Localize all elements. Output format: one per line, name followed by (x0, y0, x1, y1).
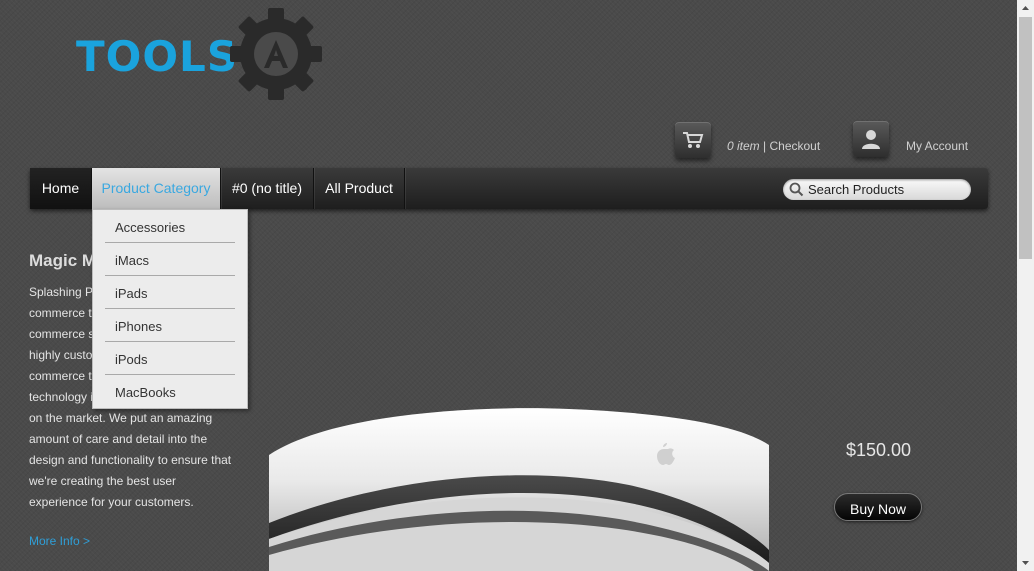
more-info-link[interactable]: More Info > (29, 534, 90, 548)
cart-count: 0 item (727, 139, 760, 153)
dropdown-item-ipads[interactable]: iPads (105, 276, 235, 309)
gear-icon (230, 8, 322, 100)
cart-summary: 0 item | Checkout (727, 139, 820, 153)
main-nav: Home Product Category #0 (no title) All … (30, 168, 988, 209)
product-image (269, 408, 769, 571)
nav-item-no-title[interactable]: #0 (no title) (221, 168, 314, 209)
my-account-link[interactable]: My Account (906, 139, 968, 153)
search-box[interactable] (783, 179, 971, 200)
account-button[interactable] (853, 121, 889, 157)
logo-text: TOOLS (76, 32, 239, 81)
dropdown-item-ipods[interactable]: iPods (105, 342, 235, 375)
dropdown-item-macbooks[interactable]: MacBooks (105, 375, 235, 407)
dropdown-item-iphones[interactable]: iPhones (105, 309, 235, 342)
site-logo[interactable]: TOOLS (74, 8, 330, 100)
search-icon (789, 182, 804, 197)
scrollbar-thumb[interactable] (1019, 17, 1032, 259)
dropdown-item-accessories[interactable]: Accessories (105, 210, 235, 243)
page: TOOLS 0 item | Checkout My Account Home … (0, 0, 1017, 571)
user-icon (862, 130, 880, 149)
cart-button[interactable] (675, 122, 711, 158)
search-input[interactable] (808, 179, 964, 200)
nav-item-all-product[interactable]: All Product (314, 168, 405, 209)
product-category-dropdown: Accessories iMacs iPads iPhones iPods Ma… (92, 209, 248, 409)
scroll-down-arrow-icon[interactable] (1017, 554, 1034, 571)
vertical-scrollbar[interactable] (1017, 0, 1034, 571)
product-price: $150.00 (845, 440, 912, 460)
shopping-cart-icon (683, 132, 704, 148)
dropdown-item-imacs[interactable]: iMacs (105, 243, 235, 276)
checkout-link[interactable]: Checkout (769, 139, 820, 153)
buy-now-button[interactable]: Buy Now (834, 493, 922, 521)
nav-item-product-category[interactable]: Product Category (92, 168, 221, 209)
scroll-up-arrow-icon[interactable] (1017, 0, 1034, 17)
nav-item-home[interactable]: Home (30, 168, 92, 209)
cart-separator: | (759, 139, 770, 153)
